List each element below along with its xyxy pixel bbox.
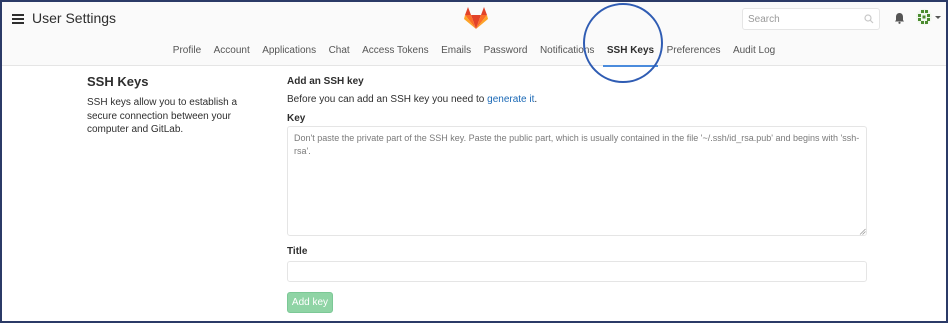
tab-profile[interactable]: Profile [169, 41, 205, 67]
search-icon[interactable] [864, 14, 874, 24]
title-input[interactable] [287, 261, 867, 282]
tab-ssh-keys[interactable]: SSH Keys [602, 41, 659, 67]
bell-icon[interactable] [894, 12, 905, 24]
tab-account[interactable]: Account [210, 41, 254, 67]
tab-audit-log[interactable]: Audit Log [729, 41, 779, 67]
gitlab-logo[interactable] [463, 6, 489, 30]
form-help: Before you can add an SSH key you need t… [287, 94, 537, 105]
search-input[interactable] [743, 9, 853, 30]
tab-password[interactable]: Password [480, 41, 532, 67]
tab-chat[interactable]: Chat [325, 41, 354, 67]
avatar[interactable] [916, 9, 932, 25]
tab-applications[interactable]: Applications [258, 41, 320, 67]
help-suffix: . [534, 94, 538, 105]
settings-nav: Profile Account Applications Chat Access… [2, 40, 946, 67]
section-title: SSH Keys [87, 74, 149, 89]
window-frame: User Settings Search Profile Account App… [0, 0, 948, 323]
generate-it-link[interactable]: generate it [487, 94, 534, 105]
tab-emails[interactable]: Emails [437, 41, 475, 67]
page-title: User Settings [32, 10, 117, 26]
help-text: Before you can add an SSH key you need t… [287, 94, 488, 105]
section-description: SSH keys allow you to establish a secure… [87, 97, 238, 135]
form-title: Add an SSH key [287, 76, 364, 87]
tab-access-tokens[interactable]: Access Tokens [358, 41, 433, 67]
key-textarea[interactable] [287, 126, 867, 236]
identicon-icon [918, 10, 930, 24]
caret-down-icon[interactable] [935, 16, 941, 19]
add-key-button[interactable]: Add key [287, 292, 333, 313]
title-label: Title [287, 246, 308, 257]
key-label: Key [287, 113, 306, 124]
tab-notifications[interactable]: Notifications [536, 41, 598, 67]
resize-grip-icon[interactable] [859, 228, 866, 235]
top-header: User Settings Search Profile Account App… [2, 2, 946, 67]
search-box[interactable] [742, 8, 880, 30]
tab-preferences[interactable]: Preferences [663, 41, 725, 67]
hamburger-icon[interactable] [12, 14, 24, 24]
